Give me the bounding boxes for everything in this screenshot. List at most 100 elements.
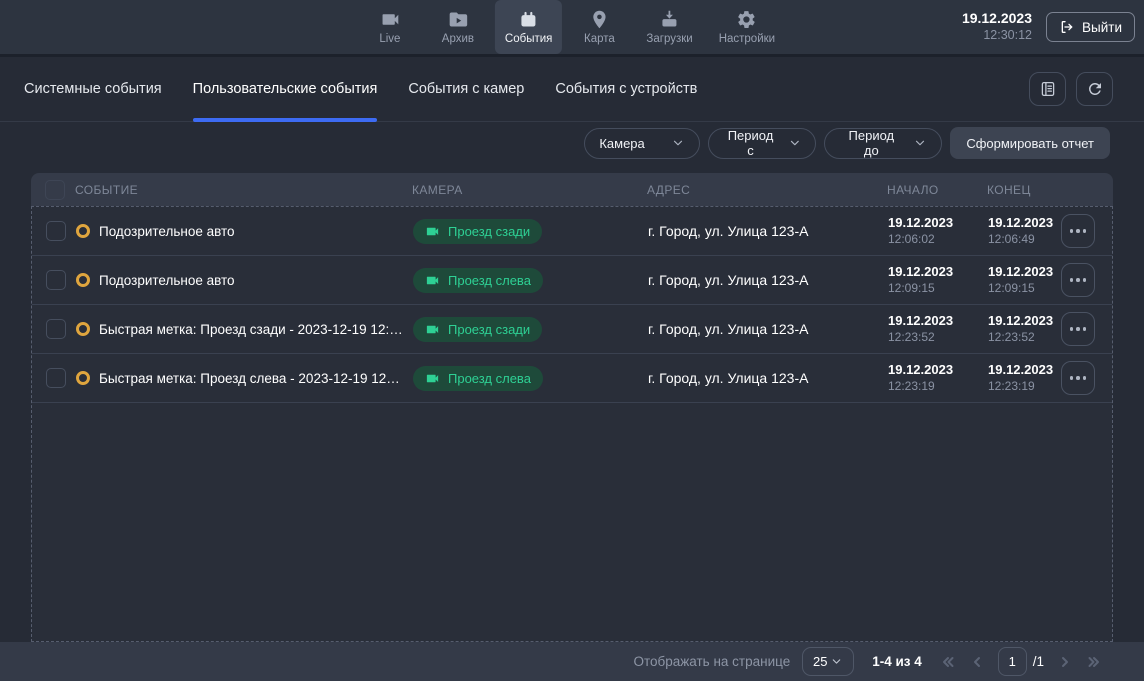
nav-item-settings[interactable]: Настройки [709, 0, 785, 54]
column-header-camera: КАМЕРА [412, 183, 647, 197]
current-page-input[interactable]: 1 [998, 647, 1027, 676]
nav-item-label: Архив [442, 33, 474, 45]
double-chevron-left-icon [940, 654, 956, 670]
tab-user-events[interactable]: Пользовательские события [193, 57, 378, 121]
chevron-left-icon [969, 654, 985, 670]
nav-item-archive[interactable]: Архив [427, 0, 489, 54]
start-time: 12:23:52 [888, 330, 988, 346]
period-from-dropdown[interactable]: Период с [708, 128, 816, 159]
camera-icon [425, 273, 440, 288]
nav-item-events[interactable]: События [495, 0, 562, 54]
column-header-event: СОБЫТИЕ [75, 183, 412, 197]
period-to-label: Период до [839, 128, 903, 158]
start-date: 19.12.2023 [888, 362, 988, 379]
total-pages-label: /1 [1033, 654, 1044, 669]
table-row[interactable]: Быстрая метка: Проезд сзади - 2023-12-19… [32, 305, 1112, 354]
results-range-label: 1-4 из 4 [872, 654, 922, 669]
table-row[interactable]: Быстрая метка: Проезд слева - 2023-12-19… [32, 354, 1112, 403]
event-name: Подозрительное авто [99, 273, 235, 288]
tab-device-events[interactable]: События с устройств [555, 57, 697, 121]
start-datetime: 19.12.2023 12:09:15 [888, 264, 988, 296]
start-date: 19.12.2023 [888, 313, 988, 330]
camera-name: Проезд сзади [448, 322, 530, 337]
row-actions-button[interactable] [1061, 263, 1095, 297]
last-page-button[interactable] [1086, 654, 1102, 670]
pagination-footer: Отображать на странице 25 1-4 из 4 1 /1 [0, 642, 1144, 681]
select-all-checkbox[interactable] [45, 180, 65, 200]
row-actions-button[interactable] [1061, 361, 1095, 395]
nav-item-downloads[interactable]: Загрузки [636, 0, 702, 54]
camera-name: Проезд слева [448, 273, 531, 288]
events-calendar-icon [518, 9, 539, 30]
start-date: 19.12.2023 [888, 264, 988, 281]
current-time: 12:30:12 [962, 28, 1032, 44]
prev-page-button[interactable] [969, 654, 985, 670]
address-cell: г. Город, ул. Улица 123-А [648, 223, 888, 239]
nav-item-label: Live [379, 33, 400, 45]
start-time: 12:09:15 [888, 281, 988, 297]
address-cell: г. Город, ул. Улица 123-А [648, 272, 888, 288]
next-page-button[interactable] [1057, 654, 1073, 670]
event-marker-icon [76, 322, 90, 336]
pager: 1 /1 [940, 647, 1102, 676]
end-date: 19.12.2023 [988, 215, 1061, 232]
per-page-value: 25 [813, 654, 827, 669]
camera-badge: Проезд слева [413, 366, 543, 391]
topbar-right: 19.12.2023 12:30:12 Выйти [962, 10, 1144, 43]
logout-button[interactable]: Выйти [1046, 12, 1135, 42]
address-cell: г. Город, ул. Улица 123-А [648, 370, 888, 386]
current-datetime: 19.12.2023 12:30:12 [962, 10, 1032, 43]
per-page-select[interactable]: 25 [802, 647, 854, 676]
first-page-button[interactable] [940, 654, 956, 670]
table-header: СОБЫТИЕ КАМЕРА АДРЕС НАЧАЛО КОНЕЦ [31, 173, 1113, 206]
camera-badge: Проезд сзади [413, 317, 542, 342]
chevron-right-icon [1057, 654, 1073, 670]
refresh-icon [1086, 80, 1104, 98]
row-checkbox[interactable] [46, 221, 66, 241]
start-time: 12:06:02 [888, 232, 988, 248]
main-navigation: Live Архив События Карта [359, 0, 785, 54]
tabbar-actions [1029, 72, 1113, 106]
period-from-label: Период с [723, 128, 777, 158]
table-row[interactable]: Подозрительное авто Проезд сзади г. Горо… [32, 207, 1112, 256]
column-header-start: НАЧАЛО [887, 183, 987, 197]
tab-camera-events[interactable]: События с камер [408, 57, 524, 121]
nav-item-label: Настройки [719, 33, 775, 45]
nav-item-live[interactable]: Live [359, 0, 421, 54]
refresh-button[interactable] [1076, 72, 1113, 106]
chevron-down-icon [788, 136, 802, 150]
end-datetime: 19.12.2023 12:23:52 [988, 313, 1061, 345]
row-actions-button[interactable] [1061, 214, 1095, 248]
end-time: 12:09:15 [988, 281, 1061, 297]
map-pin-icon [589, 9, 610, 30]
event-name: Подозрительное авто [99, 224, 235, 239]
filters-row: Камера Период с Период до Сформировать о… [0, 122, 1144, 164]
row-checkbox[interactable] [46, 270, 66, 290]
journal-button[interactable] [1029, 72, 1066, 106]
table-body: Подозрительное авто Проезд сзади г. Горо… [31, 206, 1113, 642]
row-checkbox[interactable] [46, 319, 66, 339]
tab-system-events[interactable]: Системные события [24, 57, 162, 121]
camera-icon [425, 224, 440, 239]
row-actions-button[interactable] [1061, 312, 1095, 346]
events-table: СОБЫТИЕ КАМЕРА АДРЕС НАЧАЛО КОНЕЦ Подозр… [31, 173, 1113, 642]
nav-item-map[interactable]: Карта [568, 0, 630, 54]
period-to-dropdown[interactable]: Период до [824, 128, 942, 159]
archive-folder-icon [447, 9, 468, 30]
end-datetime: 19.12.2023 12:06:49 [988, 215, 1061, 247]
row-checkbox[interactable] [46, 368, 66, 388]
events-app-window: Live Архив События Карта [0, 0, 1144, 681]
generate-report-button[interactable]: Сформировать отчет [950, 127, 1110, 159]
camera-name: Проезд слева [448, 371, 531, 386]
per-page-label: Отображать на странице [633, 654, 790, 669]
chevron-down-icon [830, 655, 843, 668]
camera-icon [425, 322, 440, 337]
end-date: 19.12.2023 [988, 313, 1061, 330]
camera-filter-dropdown[interactable]: Камера [584, 128, 700, 159]
logout-icon [1059, 19, 1075, 35]
logout-label: Выйти [1082, 20, 1122, 35]
current-date: 19.12.2023 [962, 10, 1032, 28]
table-row[interactable]: Подозрительное авто Проезд слева г. Горо… [32, 256, 1112, 305]
chevron-down-icon [671, 136, 685, 150]
event-marker-icon [76, 224, 90, 238]
